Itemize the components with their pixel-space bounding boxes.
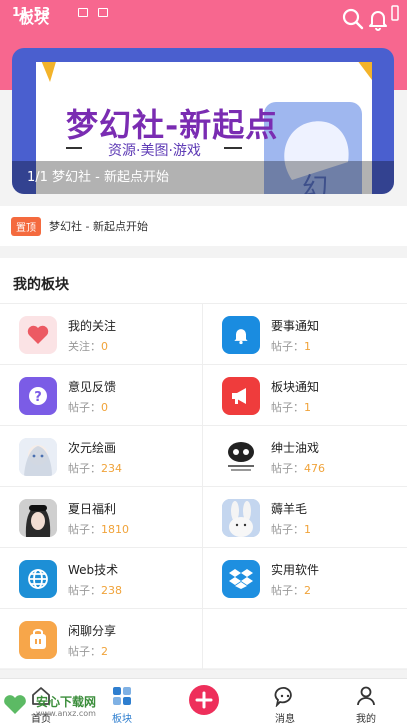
board-stat: 帖子：1 — [271, 340, 311, 353]
bell-icon[interactable] — [366, 7, 390, 31]
board-stat: 帖子：0 — [68, 401, 108, 414]
board-name: 实用软件 — [271, 563, 320, 577]
board-item-feedback[interactable]: ? 意见反馈 帖子：0 — [0, 365, 203, 426]
battery-icon — [391, 5, 399, 21]
board-item-notices[interactable]: 要事通知 帖子：1 — [203, 304, 407, 365]
boards-section-title: 我的板块 — [13, 277, 69, 293]
meme-avatar — [222, 438, 260, 476]
board-stat: 帖子：2 — [68, 645, 108, 658]
board-name: 绅士油戏 — [271, 441, 320, 455]
watermark-logo — [4, 695, 26, 714]
banner-caption: 1/1 梦幻社 - 新起点开始 — [12, 161, 394, 194]
globe-icon — [19, 560, 57, 598]
board-item-following[interactable]: 我的关注 关注：0 — [0, 304, 203, 365]
board-item-anime-art[interactable]: 次元绘画 帖子：234 — [0, 426, 203, 487]
heart-icon — [19, 316, 57, 354]
board-name: 次元绘画 — [68, 441, 117, 455]
megaphone-icon — [222, 377, 260, 415]
board-stat: 关注：0 — [68, 340, 108, 353]
sticky-post[interactable]: 置顶 梦幻社 - 新起点开始 — [0, 206, 407, 246]
board-item-software[interactable]: 实用软件 帖子：2 — [203, 548, 407, 609]
board-name: Web技术 — [68, 563, 119, 577]
boards-grid: 我的关注 关注：0 要事通知 帖子：1 ? 意见反馈 帖子：0 板块通知 帖子：… — [0, 303, 407, 670]
board-item-freebies[interactable]: 薅羊毛 帖子：1 — [203, 487, 407, 548]
banner-carousel[interactable]: 梦幻社-新起点 资源·美图·游戏 幻 1/1 梦幻社 - 新起点开始 — [12, 48, 394, 194]
grid-icon — [113, 687, 131, 705]
board-name: 我的关注 — [68, 319, 117, 333]
page-title: 板块 — [19, 9, 50, 27]
board-stat: 帖子：476 — [271, 462, 325, 475]
person-icon — [357, 686, 375, 706]
board-item-empty — [203, 609, 407, 670]
board-name: 意见反馈 — [68, 380, 117, 394]
tab-messages[interactable]: 消息 — [255, 679, 315, 725]
board-stat: 帖子：234 — [68, 462, 122, 475]
site-watermark: 安心下载网 www.anxz.com — [2, 688, 108, 722]
boards-section: 我的板块 我的关注 关注：0 要事通知 帖子：1 ? 意见反馈 帖子：0 板块通… — [0, 258, 407, 670]
board-stat: 帖子：1 — [271, 523, 311, 536]
message-icon — [274, 686, 292, 707]
banner-art-subtitle: 资源·美图·游戏 — [108, 143, 201, 159]
chat-bag-icon — [19, 621, 57, 659]
board-item-gentleman-games[interactable]: 绅士油戏 帖子：476 — [203, 426, 407, 487]
bunny-avatar — [222, 499, 260, 537]
board-name: 闲聊分享 — [68, 624, 117, 638]
board-item-chat[interactable]: 闲聊分享 帖子：2 — [0, 609, 203, 670]
watermark-brand: 安心下载网 — [36, 695, 97, 709]
board-name: 薅羊毛 — [271, 502, 308, 516]
search-icon[interactable] — [341, 7, 365, 31]
tab-label: 我的 — [356, 714, 376, 725]
status-screenshot-icon — [98, 7, 109, 17]
svg-text:?: ? — [34, 390, 42, 405]
board-name: 夏日福利 — [68, 502, 117, 516]
plus-icon — [195, 691, 213, 709]
board-item-board-notices[interactable]: 板块通知 帖子：1 — [203, 365, 407, 426]
tab-profile[interactable]: 我的 — [336, 679, 396, 725]
board-stat: 帖子：2 — [271, 584, 311, 597]
board-item-summer-welfare[interactable]: 夏日福利 帖子：1810 — [0, 487, 203, 548]
bell-icon — [222, 316, 260, 354]
status-notification-icon — [78, 7, 89, 17]
board-name: 板块通知 — [271, 380, 320, 394]
board-stat: 帖子：1 — [271, 401, 311, 414]
sticky-badge: 置顶 — [11, 216, 41, 236]
screen: 11:53 板块 梦幻社-新起点 资源·美图·游戏 幻 1/1 梦幻社 - 新起… — [0, 0, 407, 725]
publish-button[interactable] — [189, 685, 219, 715]
question-icon: ? — [19, 377, 57, 415]
tab-label: 消息 — [275, 714, 295, 725]
girl-photo-avatar — [19, 499, 57, 537]
anime-girl-avatar — [19, 438, 57, 476]
board-name: 要事通知 — [271, 319, 320, 333]
board-stat: 帖子：1810 — [68, 523, 129, 536]
dropbox-icon — [222, 560, 260, 598]
board-item-web-tech[interactable]: Web技术 帖子：238 — [0, 548, 203, 609]
sticky-post-title: 梦幻社 - 新起点开始 — [49, 220, 148, 233]
board-stat: 帖子：238 — [68, 584, 122, 597]
watermark-url: www.anxz.com — [36, 709, 96, 718]
